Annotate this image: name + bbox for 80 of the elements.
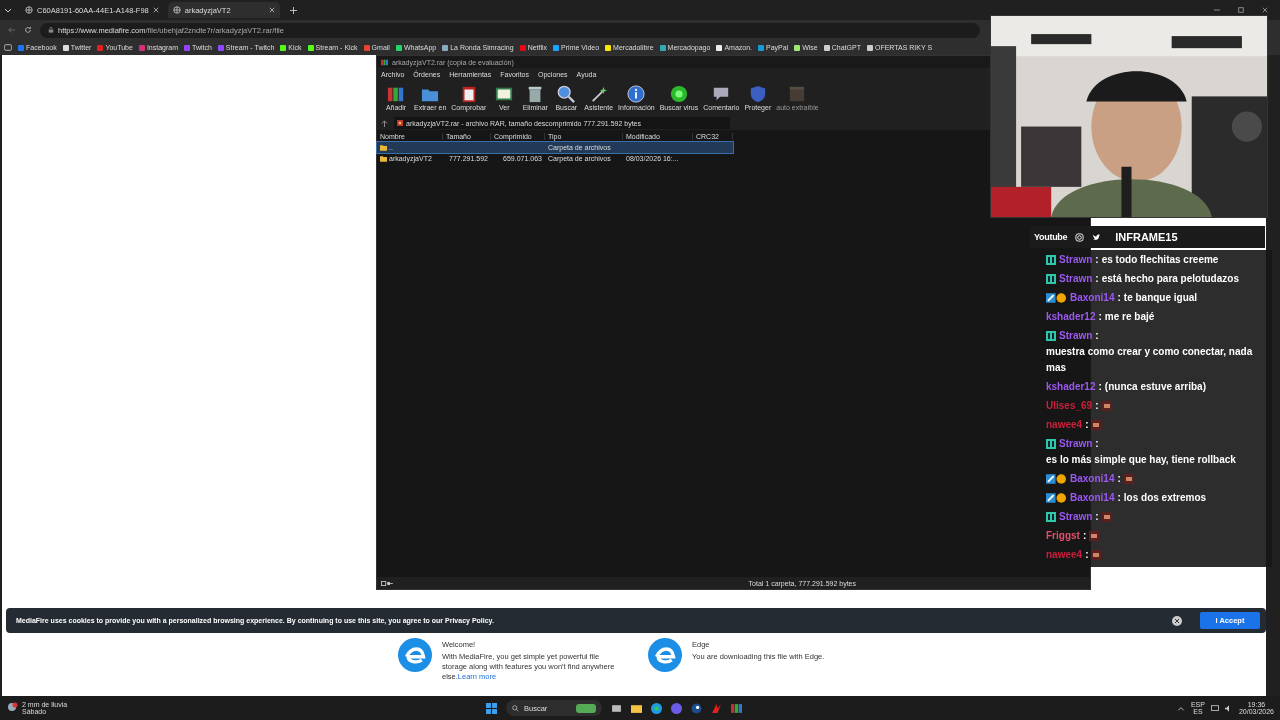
emote-icon xyxy=(1089,531,1100,541)
window-icon[interactable] xyxy=(611,702,622,714)
close-icon[interactable] xyxy=(268,7,275,13)
separator-text: : xyxy=(1095,253,1099,267)
bird-icon xyxy=(1092,232,1102,242)
orb-icon xyxy=(669,85,688,103)
chat-username: nawee4 xyxy=(1046,418,1083,432)
chat-username: kshader12 xyxy=(1046,310,1096,324)
chat-message: los dos extremos xyxy=(1123,491,1207,505)
camera-icon xyxy=(1075,232,1085,242)
separator-text: : xyxy=(1095,399,1099,413)
channel-name: INFRAME15 xyxy=(1115,231,1178,243)
chat-message: muestra como crear y como conectar, nada mas xyxy=(1046,345,1254,375)
wand-icon xyxy=(589,85,608,103)
browser-logo-icon xyxy=(648,637,682,672)
separator-text: : xyxy=(1098,310,1102,324)
info-icon xyxy=(627,85,646,103)
chat-username: Baxoni14 xyxy=(1070,491,1115,505)
browser-icon[interactable] xyxy=(651,702,662,714)
globe-icon xyxy=(172,6,181,14)
chat-username: Strawn xyxy=(1059,329,1093,343)
chat-message: es lo más simple que hay, tiene rollback xyxy=(1046,453,1236,467)
archive-icon xyxy=(397,120,403,126)
maximize-icon[interactable] xyxy=(1238,7,1244,13)
chat-username: kshader12 xyxy=(1046,380,1096,394)
chat-username: Strawn xyxy=(1059,253,1093,267)
shield-icon xyxy=(748,85,767,103)
chat-app-icon[interactable] xyxy=(671,702,682,714)
chat-message: está hecho para pelotudazos xyxy=(1101,272,1239,286)
chat-username: Baxoni14 xyxy=(1070,472,1115,486)
folder-icon[interactable] xyxy=(631,702,642,714)
separator-text: : xyxy=(1085,418,1089,432)
up-arrow-icon[interactable] xyxy=(381,119,388,127)
chat-message: me re bajé xyxy=(1104,310,1155,324)
key-icon xyxy=(381,580,393,586)
separator-text: : xyxy=(1095,510,1099,524)
social-label: Youtube xyxy=(1034,232,1068,242)
separator-text: : xyxy=(1095,329,1099,343)
chat-username: Baxoni14 xyxy=(1070,291,1115,305)
chevron-up-icon[interactable] xyxy=(1176,704,1185,712)
books-icon xyxy=(381,58,388,66)
emote-icon xyxy=(1101,401,1112,411)
close-icon[interactable] xyxy=(1262,7,1268,13)
separator-text: : xyxy=(1098,380,1102,394)
separator-text: : xyxy=(1082,529,1087,543)
package-icon xyxy=(788,85,807,103)
monitor-icon[interactable] xyxy=(1210,704,1219,712)
chat-username: Friggst xyxy=(1046,529,1080,543)
emote-icon xyxy=(1101,512,1112,522)
new-tab-icon[interactable] xyxy=(289,6,297,14)
lock-icon xyxy=(48,27,54,33)
reload-icon[interactable] xyxy=(24,26,32,34)
close-icon[interactable] xyxy=(152,7,159,13)
globe-icon xyxy=(25,6,33,14)
separator-text: : xyxy=(1085,548,1089,562)
books-icon xyxy=(387,85,405,103)
separator-text: : xyxy=(1117,472,1121,486)
chat-message: (nunca estuve arriba) xyxy=(1104,380,1206,394)
chat-username: nawee4 xyxy=(1046,548,1083,562)
separator-text: : xyxy=(1095,437,1099,451)
books-icon[interactable] xyxy=(731,702,742,714)
start-icon[interactable] xyxy=(486,702,497,714)
chat-username: Strawn xyxy=(1059,272,1093,286)
separator-text: : xyxy=(1117,291,1121,305)
chat-message: te banque igual xyxy=(1123,291,1198,305)
magnifier-icon xyxy=(557,85,576,103)
separator-text: : xyxy=(1095,272,1099,286)
tab-list-icon[interactable] xyxy=(4,6,12,14)
close-icon[interactable] xyxy=(1172,615,1182,626)
book-icon xyxy=(495,85,514,103)
sidebar-icon[interactable] xyxy=(4,44,12,51)
chat-username: Ulises_69 xyxy=(1046,399,1093,413)
chat-message: es todo flechitas creeme xyxy=(1101,253,1219,267)
chat-username: Strawn xyxy=(1059,437,1093,451)
search-icon xyxy=(512,704,519,712)
emote-icon xyxy=(1091,420,1102,430)
separator-text: : xyxy=(1117,491,1121,505)
chat-username: Strawn xyxy=(1059,510,1093,524)
emote-icon xyxy=(1123,474,1134,484)
emote-icon xyxy=(1091,550,1102,560)
